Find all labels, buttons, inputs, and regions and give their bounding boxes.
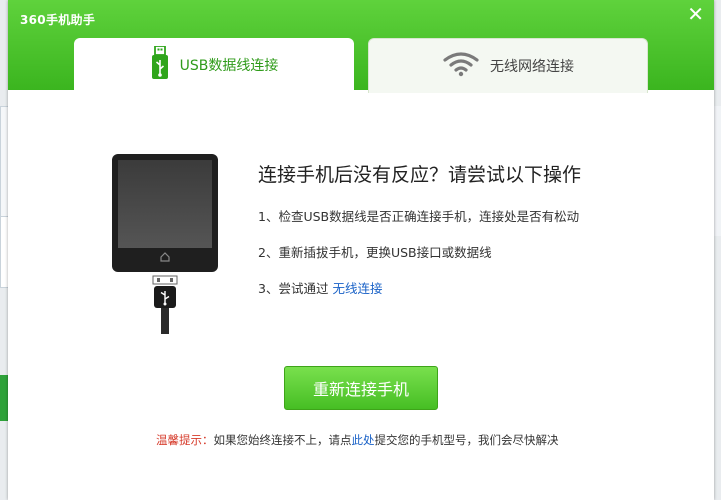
wifi-icon: [442, 51, 480, 81]
wireless-connect-link[interactable]: 无线连接: [332, 281, 382, 296]
phone-usb-illustration: [112, 154, 218, 334]
background-window-fragment: [0, 375, 8, 421]
dialog-header: 360手机助手 ✕ USB数据线连接 无线网络连接: [8, 0, 714, 93]
tip-body-before: 如果您始终连接不上，请点: [213, 433, 352, 447]
help-step-3: 3、尝试通过 无线连接: [258, 278, 382, 297]
help-step-3-text: 3、尝试通过: [258, 281, 329, 296]
connection-help-dialog: 360手机助手 ✕ USB数据线连接 无线网络连接 连接手机后没有反应？请尝试以…: [8, 0, 714, 500]
tab-usb-connection[interactable]: USB数据线连接: [74, 38, 354, 92]
help-step-1: 1、检查USB数据线是否正确连接手机，连接处是否有松动: [258, 209, 580, 224]
usb-help-panel: 连接手机后没有反应？请尝试以下操作 1、检查USB数据线是否正确连接手机，连接处…: [8, 92, 714, 500]
help-step-2: 2、重新插拔手机，更换USB接口或数据线: [258, 245, 492, 260]
tip-body-after: 提交您的手机型号，我们会尽快解决: [374, 433, 559, 447]
help-title: 连接手机后没有反应？请尝试以下操作: [258, 164, 582, 186]
tab-wifi-connection[interactable]: 无线网络连接: [368, 38, 648, 93]
app-title: 360手机助手: [20, 13, 96, 27]
close-button[interactable]: ✕: [687, 3, 704, 25]
submit-model-link[interactable]: 此处: [352, 433, 375, 447]
tab-usb-label: USB数据线连接: [179, 58, 279, 74]
usb-icon: [150, 45, 170, 84]
tip-text: 温馨提示：如果您始终连接不上，请点此处提交您的手机型号，我们会尽快解决: [156, 432, 559, 448]
tip-label: 温馨提示：: [156, 433, 214, 447]
tab-wifi-label: 无线网络连接: [490, 59, 574, 75]
reconnect-phone-button[interactable]: 重新连接手机: [284, 366, 438, 410]
